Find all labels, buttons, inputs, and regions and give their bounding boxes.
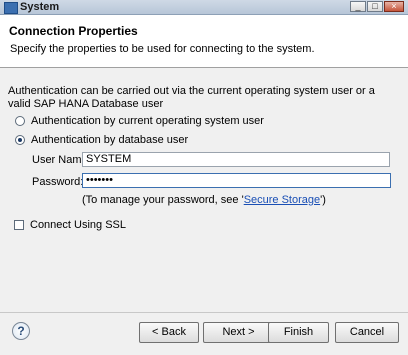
- radio-label: Authentication by database user: [31, 134, 189, 146]
- back-button[interactable]: < Back: [139, 322, 199, 343]
- page-description: Specify the properties to be used for co…: [10, 43, 315, 55]
- next-button[interactable]: Next >: [203, 322, 274, 343]
- password-hint: (To manage your password, see 'Secure St…: [82, 194, 326, 206]
- finish-button[interactable]: Finish: [268, 322, 329, 343]
- radio-label: Authentication by current operating syst…: [31, 115, 264, 127]
- ssl-checkbox[interactable]: [14, 220, 24, 230]
- hint-suffix: '): [320, 194, 326, 206]
- cancel-button[interactable]: Cancel: [335, 322, 399, 343]
- ssl-checkbox-row[interactable]: Connect Using SSL: [14, 219, 126, 231]
- title-bar: System _ □ ×: [0, 0, 408, 15]
- secure-storage-link[interactable]: Secure Storage: [244, 194, 320, 206]
- ssl-label: Connect Using SSL: [30, 219, 126, 231]
- close-button[interactable]: ×: [384, 1, 404, 12]
- maximize-button[interactable]: □: [367, 1, 383, 12]
- auth-description: Authentication can be carried out via th…: [8, 85, 375, 110]
- footer-divider: [0, 312, 408, 313]
- password-field[interactable]: •••••••: [82, 173, 391, 188]
- help-icon[interactable]: ?: [12, 322, 30, 340]
- window-title: System: [20, 1, 60, 13]
- minimize-button[interactable]: _: [350, 1, 366, 12]
- radio-os-user[interactable]: Authentication by current operating syst…: [15, 115, 264, 127]
- page-title: Connection Properties: [9, 24, 138, 38]
- password-label: Password:: [32, 176, 84, 188]
- hint-prefix: (To manage your password, see ': [82, 194, 244, 206]
- radio-button[interactable]: [15, 116, 25, 126]
- username-field[interactable]: SYSTEM: [82, 152, 390, 167]
- radio-db-user[interactable]: Authentication by database user: [15, 134, 188, 146]
- wizard-header: Connection Properties Specify the proper…: [0, 15, 408, 68]
- app-icon: [4, 2, 18, 14]
- radio-button[interactable]: [15, 135, 25, 145]
